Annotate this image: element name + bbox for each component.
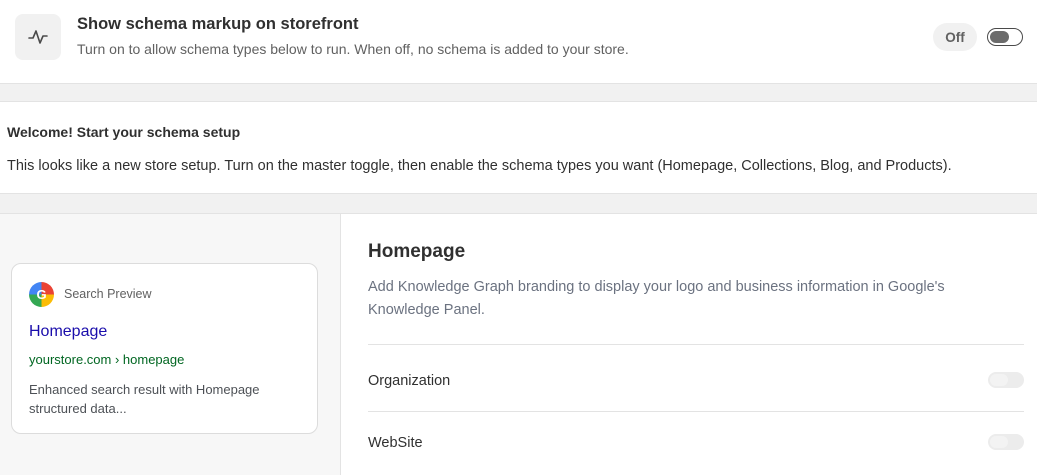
schema-section: Homepage Add Knowledge Graph branding to… [340,213,1037,475]
preview-pane: G Search Preview Homepage yourstore.com … [0,213,340,475]
google-logo-icon: G [29,282,54,307]
search-preview-card: G Search Preview Homepage yourstore.com … [11,263,318,434]
master-toggle-switch[interactable] [987,28,1023,46]
toggle-knob [990,436,1008,448]
divider [368,344,1024,345]
divider [368,411,1024,412]
toggle-knob [990,374,1008,386]
search-preview-url: yourstore.com › homepage [29,352,185,367]
toggle-knob [989,30,1009,43]
activity-pulse-icon [15,14,61,60]
schema-row-website-label: WebSite [368,435,423,451]
search-preview-title: Homepage [29,323,108,340]
section-description: Add Knowledge Graph branding to display … [368,279,945,318]
welcome-text: This looks like a new store setup. Turn … [7,158,952,174]
status-badge: Off [933,23,977,51]
google-logo-letter: G [36,287,47,302]
master-toggle-card: Show schema markup on storefront Turn on… [0,0,1037,84]
search-preview-description: Enhanced search result with Homepage str… [29,382,260,416]
welcome-title: Welcome! Start your schema setup [7,124,241,140]
section-title: Homepage [368,241,466,262]
welcome-banner: Welcome! Start your schema setup This lo… [0,101,1037,194]
website-toggle[interactable] [988,434,1024,450]
organization-toggle[interactable] [988,372,1024,388]
master-title: Show schema markup on storefront [77,15,359,33]
search-preview-label: Search Preview [64,287,152,301]
schema-row-organization-label: Organization [368,373,451,389]
master-description: Turn on to allow schema types below to r… [77,41,629,57]
